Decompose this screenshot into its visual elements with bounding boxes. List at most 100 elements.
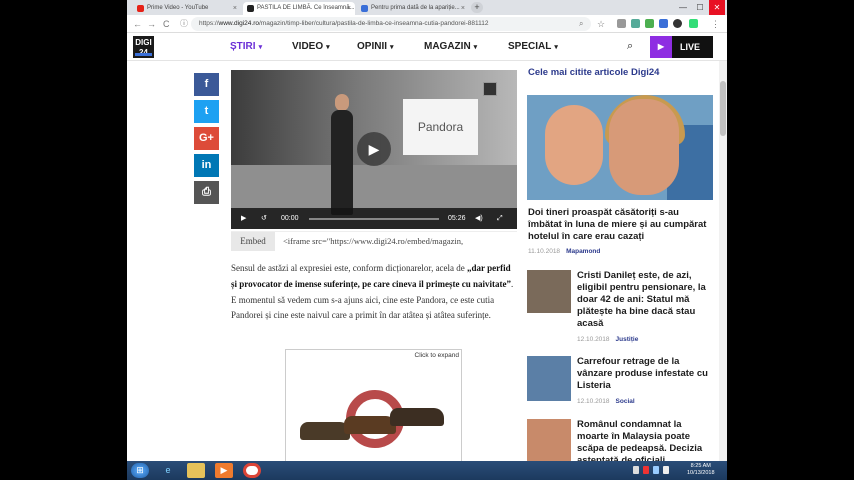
channel-mark-icon [483, 82, 497, 96]
reload-button[interactable]: C [163, 18, 170, 30]
menu-video[interactable]: VIDEO ▾ [292, 41, 330, 52]
sidebar-title: Cele mai citite articole Digi24 [528, 67, 660, 78]
google-plus-share-button[interactable]: G+ [194, 127, 219, 150]
article-headline[interactable]: Românul condamnat la moarte în Malaysia … [577, 419, 715, 461]
file-explorer-icon[interactable] [187, 463, 205, 478]
extension-icon[interactable] [659, 19, 668, 28]
tab-youtube[interactable]: Prime Video - YouTube × [133, 2, 241, 15]
url-host: www.digi24.ro [218, 20, 259, 27]
facebook-icon: f [204, 78, 209, 90]
tab-strip: Prime Video - YouTube × PASTILA DE LIMBĂ… [127, 0, 727, 15]
ad-banner[interactable]: Click to expand [285, 349, 462, 461]
toolbar: ← → C ⓘ https://www.digi24.ro/magazin/ti… [127, 15, 727, 33]
network-icon[interactable] [653, 466, 659, 474]
digi24-icon [247, 5, 254, 12]
close-icon[interactable]: × [233, 2, 237, 15]
chevron-down-icon: ▾ [390, 44, 394, 51]
forward-button[interactable]: → [147, 18, 156, 30]
live-button[interactable]: ▶ LIVE [650, 36, 713, 58]
volume-icon[interactable] [663, 466, 669, 474]
volume-icon[interactable]: ◀) [475, 208, 483, 229]
address-input[interactable]: https://www.digi24.ro/magazin/timp-liber… [191, 17, 591, 31]
menu-label: ȘTIRI [230, 41, 256, 52]
article-headline[interactable]: Carrefour retrage de la vânzare produse … [577, 356, 715, 392]
minimize-button[interactable]: — [675, 0, 691, 15]
extension-icon[interactable] [689, 19, 698, 28]
browser-window: Prime Video - YouTube × PASTILA DE LIMBĂ… [127, 0, 727, 480]
tray-icon[interactable] [643, 466, 649, 474]
page-icon [361, 5, 368, 12]
extension-icon[interactable] [645, 19, 654, 28]
print-button[interactable]: ⎙ [194, 181, 219, 204]
linkedin-share-button[interactable]: in [194, 154, 219, 177]
article-meta: 11.10.2018 Mapamond [528, 248, 600, 255]
chevron-down-icon: ▾ [473, 44, 478, 51]
bookmark-star-icon[interactable]: ☆ [597, 18, 605, 30]
tray-icon[interactable] [633, 466, 639, 474]
search-icon[interactable]: ⌕ [627, 40, 633, 53]
menu-label: OPINII [357, 41, 388, 52]
chevron-down-icon: ▾ [258, 44, 263, 51]
featured-headline[interactable]: Doi tineri proaspăt căsătoriți s-au îmbă… [528, 207, 712, 243]
article-category[interactable]: Social [616, 398, 635, 405]
tab-digi24-active[interactable]: PASTILA DE LIMBĂ. Ce înseamnă... × [243, 2, 355, 15]
ad-expand-label[interactable]: Click to expand [415, 352, 459, 359]
scrollbar-thumb[interactable] [720, 81, 726, 136]
article-category[interactable]: Justiție [616, 336, 639, 343]
play-overlay-button[interactable]: ▶ [357, 132, 391, 166]
media-player-icon[interactable]: ▶ [215, 463, 233, 478]
back-button[interactable]: ← [133, 18, 142, 30]
article-thumbnail[interactable] [527, 356, 571, 401]
site-header: DIGI 24 ȘTIRI▾ VIDEO▾ OPINII▾ MAGAZIN▾ S… [127, 33, 727, 61]
rewind-icon[interactable]: ↺ [261, 208, 267, 229]
info-icon[interactable]: ⓘ [180, 18, 188, 30]
close-icon[interactable]: × [461, 2, 465, 15]
video-player[interactable]: Pandora ▶ ▶ ↺ 00:00 05:26 ◀) ⤢ [231, 70, 517, 229]
youtube-icon [137, 5, 144, 12]
embed-code[interactable]: <iframe src="https://www.digi24.ro/embed… [283, 232, 463, 251]
article-headline[interactable]: Cristi Danileț este, de azi, eligibil pe… [577, 270, 715, 330]
presenter [331, 110, 353, 215]
article-category[interactable]: Mapamond [566, 248, 600, 255]
video-screen-text: Pandora [403, 99, 478, 155]
facebook-share-button[interactable]: f [194, 73, 219, 96]
article-body: Sensul de astăzi al expresiei este, conf… [231, 261, 517, 324]
menu-stiri[interactable]: ȘTIRI ▾ [230, 41, 262, 52]
article-thumbnail[interactable] [527, 270, 571, 313]
start-button[interactable]: ⊞ [131, 463, 149, 478]
twitter-share-button[interactable]: t [194, 100, 219, 123]
image-person [545, 105, 603, 185]
ie-icon[interactable]: e [159, 463, 177, 478]
extension-icon[interactable] [631, 19, 640, 28]
menu-special[interactable]: SPECIAL ▾ [508, 41, 558, 52]
zoom-icon[interactable]: ⌕ [579, 18, 583, 30]
article-date: 12.10.2018 [577, 336, 610, 343]
fullscreen-icon[interactable]: ⤢ [497, 208, 503, 229]
close-window-button[interactable]: ✕ [709, 0, 725, 15]
tab-third[interactable]: Pentru prima dată de la apariție... × [357, 2, 469, 15]
page-content: f t G+ in ⎙ Pandora ▶ ▶ ↺ 00:00 05:26 ◀)… [127, 61, 727, 461]
live-label: LIVE [680, 42, 701, 52]
url-path: /magazin/timp-liber/cultura/pastila-de-l… [258, 20, 489, 27]
windows-taskbar: ⊞ e ▶ 8:25 AM 10/13/2018 [127, 461, 727, 480]
ad-shoe-image [390, 408, 444, 426]
menu-icon[interactable]: ⋮ [711, 18, 720, 30]
clock-date: 10/13/2018 [687, 470, 715, 476]
digi24-logo[interactable]: DIGI 24 [133, 36, 154, 58]
progress-bar[interactable] [309, 218, 439, 220]
menu-opinii[interactable]: OPINII ▾ [357, 41, 394, 52]
clock-time: 8:25 AM [690, 463, 711, 469]
tab-label: Prime Video - YouTube [147, 5, 209, 11]
new-tab-button[interactable]: + [471, 2, 483, 13]
embed-button[interactable]: Embed [231, 232, 275, 251]
play-icon[interactable]: ▶ [241, 208, 246, 229]
system-clock[interactable]: 8:25 AM 10/13/2018 [687, 463, 715, 477]
article-thumbnail[interactable] [527, 419, 571, 461]
featured-article-image[interactable] [527, 95, 713, 200]
menu-magazin[interactable]: MAGAZIN ▾ [424, 41, 477, 52]
extension-icon[interactable] [617, 19, 626, 28]
chrome-icon[interactable] [243, 463, 261, 478]
maximize-button[interactable]: ☐ [692, 0, 708, 15]
close-icon[interactable]: × [347, 2, 351, 15]
extension-icon[interactable] [673, 19, 682, 28]
